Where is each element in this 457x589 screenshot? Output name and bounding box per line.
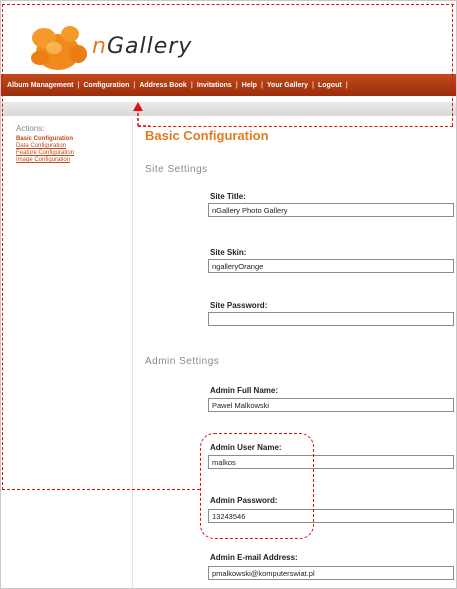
- site-title-input[interactable]: [208, 203, 454, 217]
- section-site-settings: Site Settings: [145, 164, 208, 175]
- site-title-label: Site Title:: [210, 192, 246, 201]
- main-content: Basic Configuration: [145, 128, 450, 143]
- nav-album-management[interactable]: Album Management: [7, 82, 74, 89]
- annotation-line-top: [2, 4, 454, 5]
- nav-separator: |: [260, 81, 263, 89]
- nav-invitations[interactable]: Invitations: [197, 82, 232, 89]
- admin-full-name-input[interactable]: [208, 398, 454, 412]
- sidebar: Actions: Basic Configuration Data Config…: [16, 124, 126, 164]
- nav-your-gallery[interactable]: Your Gallery: [267, 82, 308, 89]
- sidebar-link-basic-configuration[interactable]: Basic Configuration: [16, 136, 126, 143]
- admin-email-label: Admin E-mail Address:: [210, 553, 298, 562]
- sidebar-link-image-configuration[interactable]: Image Configuration: [16, 157, 126, 164]
- site-password-label: Site Password:: [210, 301, 268, 310]
- column-divider: [132, 118, 133, 588]
- nav-logout[interactable]: Logout: [318, 82, 342, 89]
- annotation-credentials-highlight: [200, 433, 314, 539]
- nav-separator: |: [345, 81, 348, 89]
- nav-separator: |: [235, 81, 238, 89]
- sidebar-link-data-configuration[interactable]: Data Configuration: [16, 143, 126, 150]
- main-navigation: Album Management | Configuration | Addre…: [1, 74, 456, 96]
- annotation-arrow-icon: [133, 102, 150, 127]
- site-skin-label: Site Skin:: [210, 248, 247, 257]
- site-password-input[interactable]: [208, 312, 454, 326]
- nav-separator: |: [133, 81, 136, 89]
- site-skin-input[interactable]: [208, 259, 454, 273]
- page-title: Basic Configuration: [145, 128, 269, 143]
- admin-full-name-label: Admin Full Name:: [210, 386, 279, 395]
- section-admin-settings: Admin Settings: [145, 356, 220, 367]
- admin-email-input[interactable]: [208, 566, 454, 580]
- annotation-line-to-box: [2, 489, 200, 490]
- nav-separator: |: [312, 81, 314, 89]
- annotation-line-right: [452, 4, 453, 126]
- subheader-strip: [1, 102, 456, 116]
- sidebar-heading: Actions:: [16, 124, 45, 133]
- nav-help[interactable]: Help: [242, 82, 257, 89]
- nav-separator: |: [77, 81, 80, 89]
- nav-address-book[interactable]: Address Book: [139, 82, 186, 89]
- sidebar-link-feature-configuration[interactable]: Feature Configuration: [16, 150, 126, 157]
- app-name: nGallery: [92, 34, 193, 59]
- annotation-line-left: [2, 4, 3, 490]
- annotation-line-under-nav: [138, 126, 453, 127]
- nav-configuration[interactable]: Configuration: [83, 82, 129, 89]
- nav-separator: |: [190, 81, 193, 89]
